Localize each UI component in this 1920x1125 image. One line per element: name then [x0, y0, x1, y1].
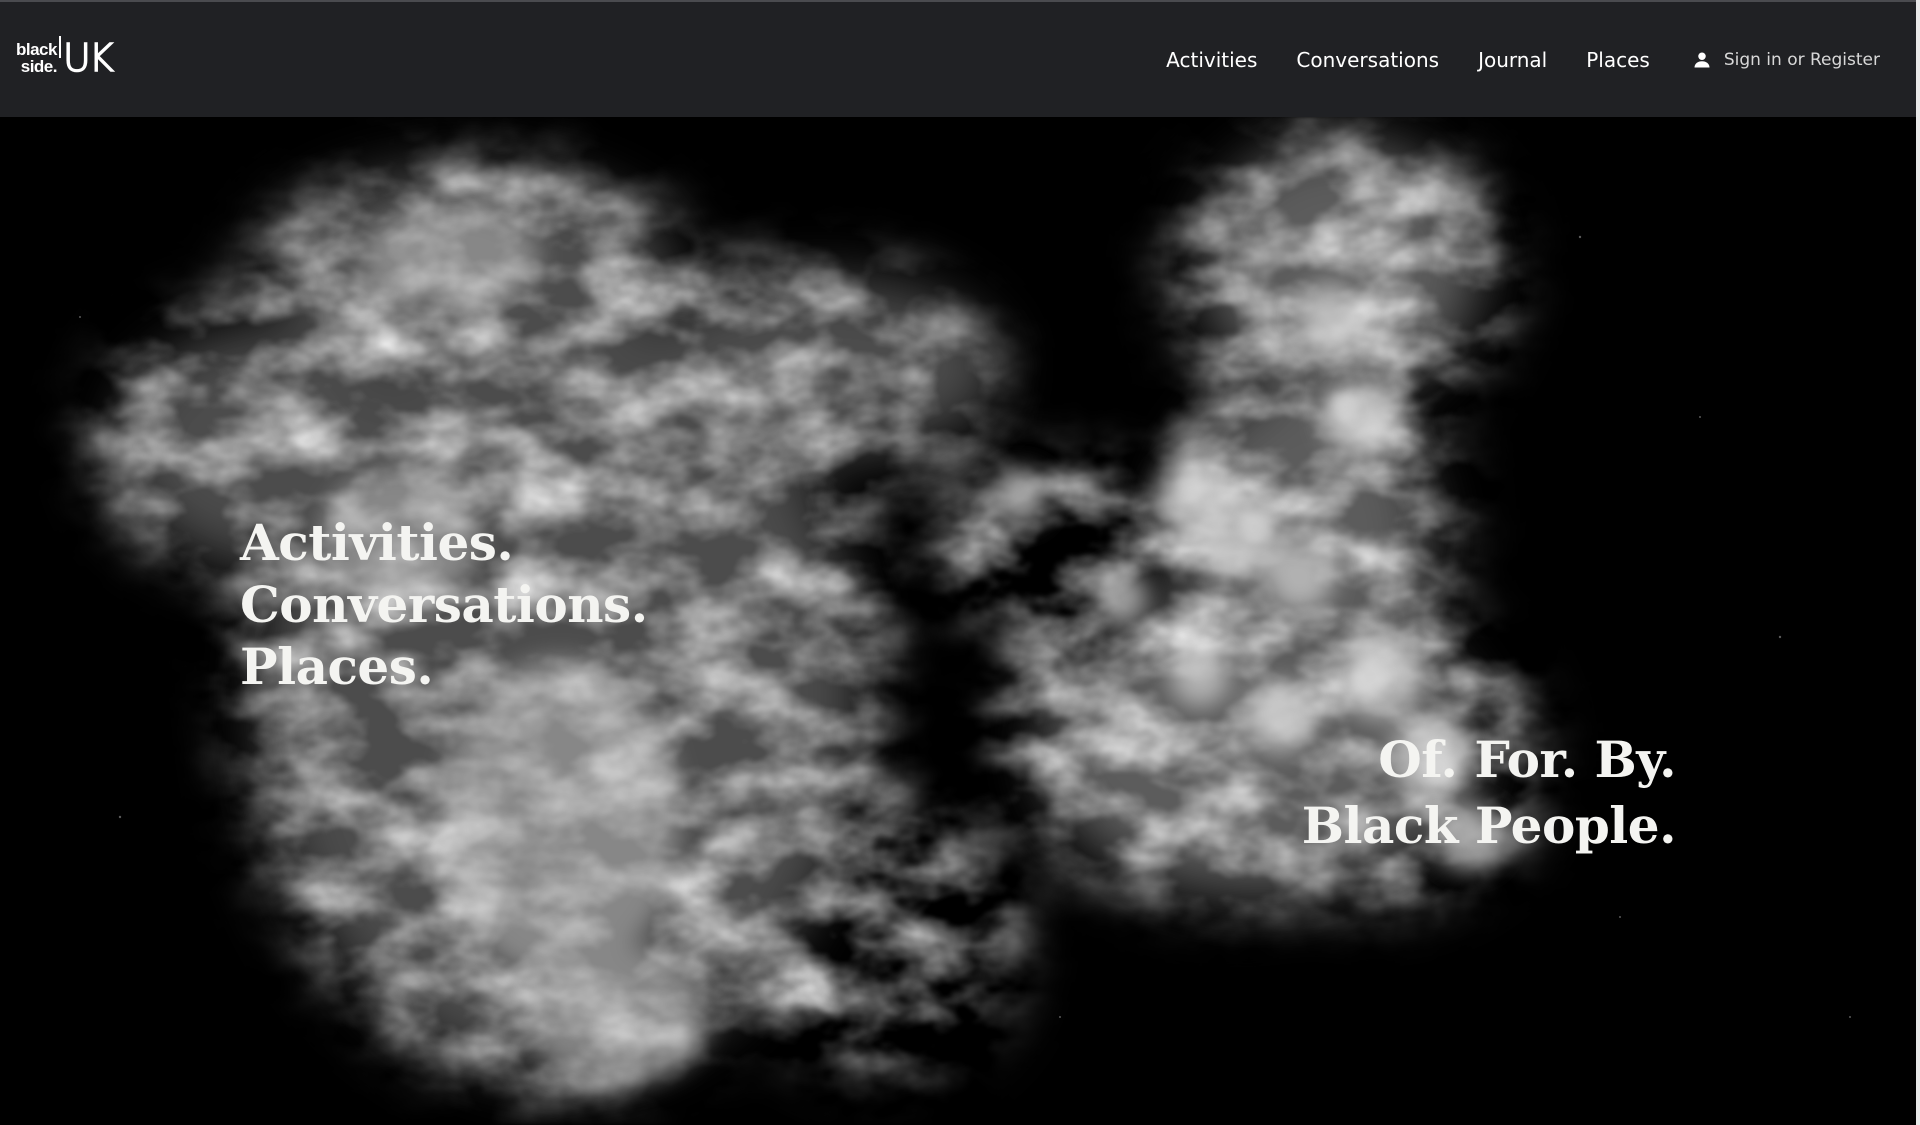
top-navbar: black side. UK Activities Conversations …	[0, 0, 1920, 117]
nav-journal[interactable]: Journal	[1478, 48, 1547, 72]
hero-headline-right: Of. For. By. Black People.	[1301, 727, 1677, 859]
hero-section: Activities. Conversations. Places. Of. F…	[0, 117, 1920, 1125]
logo-line-2: side.	[20, 57, 58, 76]
hero-headline-left: Activities. Conversations. Places.	[240, 512, 648, 698]
nav-places[interactable]: Places	[1586, 48, 1650, 72]
hero-line-places: Places.	[240, 637, 434, 696]
logo-divider	[58, 36, 61, 58]
page: black side. UK Activities Conversations …	[0, 0, 1920, 1125]
hero-line-conversations: Conversations.	[240, 575, 648, 634]
hero-line-of-for-by: Of. For. By.	[1378, 730, 1676, 789]
logo-line-1: black	[16, 40, 57, 59]
main-nav: Activities Conversations Journal Places …	[1127, 2, 1880, 117]
sign-in-link[interactable]: Sign in or Register	[1692, 50, 1880, 70]
hero-line-black-people: Black People.	[1301, 796, 1677, 855]
logo-wordmark: black side.	[16, 41, 57, 75]
hero-line-activities: Activities.	[240, 513, 514, 572]
scrollbar-track[interactable]	[1916, 0, 1920, 1125]
user-icon	[1694, 52, 1710, 67]
site-logo[interactable]: black side. UK	[16, 36, 115, 80]
logo-suffix: UK	[62, 36, 114, 80]
sign-in-label: Sign in or Register	[1723, 49, 1880, 70]
nav-conversations[interactable]: Conversations	[1296, 48, 1439, 72]
nav-activities[interactable]: Activities	[1166, 48, 1257, 72]
